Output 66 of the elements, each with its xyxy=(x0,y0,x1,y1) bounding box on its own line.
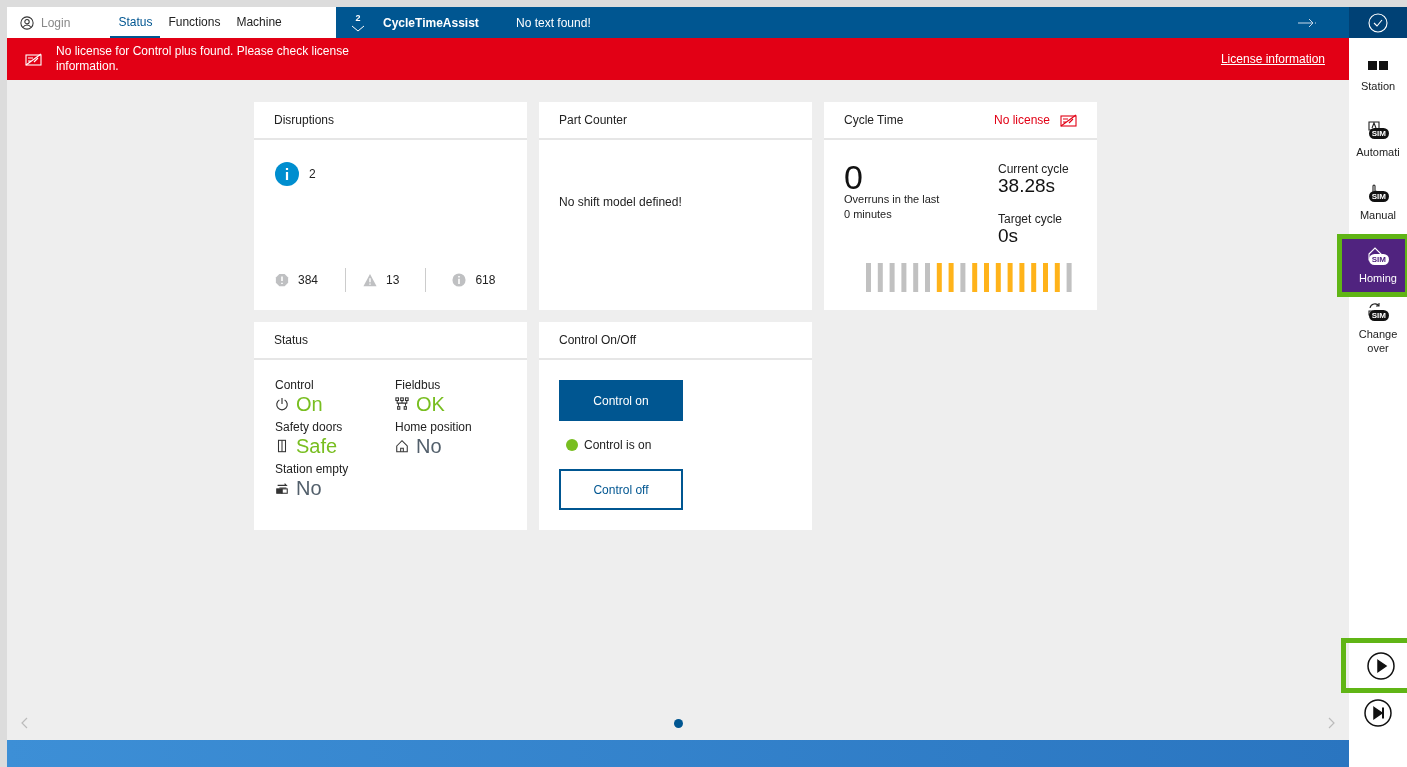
banner-message: No license for Control plus found. Please check license information. xyxy=(56,44,350,74)
power-icon xyxy=(275,397,289,411)
target-cycle-label: Target cycle xyxy=(998,212,1064,226)
card-title: Status xyxy=(274,332,309,349)
sim-badge: SIM xyxy=(1368,191,1389,202)
status-label: Control xyxy=(275,378,315,392)
door-icon xyxy=(275,439,289,453)
status-label: Station empty xyxy=(275,462,350,476)
sidebar-mode-item[interactable]: SIM Automati xyxy=(1349,111,1407,168)
no-license-icon xyxy=(25,52,42,66)
status-value: No xyxy=(296,476,322,500)
info-icon xyxy=(275,162,299,186)
card-title: Cycle Time xyxy=(844,112,904,129)
login-button[interactable]: Login xyxy=(20,13,71,32)
control-on-button[interactable]: Control on xyxy=(559,380,683,421)
home-icon xyxy=(395,439,409,453)
warning-icon xyxy=(363,273,378,287)
sidebar-mode-item[interactable]: SIM Change over xyxy=(1349,300,1407,357)
sidebar-mode-item[interactable]: Station xyxy=(1349,48,1407,105)
active-count: 2 xyxy=(309,166,316,183)
status-label: Fieldbus xyxy=(395,378,442,392)
sim-badge: SIM xyxy=(1368,254,1389,265)
status-value: On xyxy=(296,392,323,416)
network-icon xyxy=(395,397,409,411)
no-license-icon xyxy=(1060,113,1077,127)
play-icon xyxy=(1366,651,1395,680)
check-circle-icon[interactable] xyxy=(1368,12,1388,33)
message-toggle[interactable]: 2 xyxy=(337,13,379,32)
user-icon xyxy=(20,15,34,30)
license-link[interactable]: License information xyxy=(1220,50,1325,68)
control-off-button[interactable]: Control off xyxy=(559,469,683,510)
control-state: Control is on xyxy=(584,437,652,454)
arrow-right-icon[interactable] xyxy=(1298,17,1316,28)
disruption-count: 618 xyxy=(475,272,496,289)
station-icon xyxy=(275,481,289,495)
target-cycle-value: 0s xyxy=(998,226,1019,246)
overruns-count: 0 xyxy=(844,162,863,192)
play-button[interactable] xyxy=(1341,638,1407,693)
status-value: Safe xyxy=(296,434,338,458)
no-license-label: No license xyxy=(993,112,1050,129)
message-text: No text found! xyxy=(516,14,592,32)
sim-badge: SIM xyxy=(1368,128,1389,139)
app-name: CycleTimeAssist xyxy=(383,14,480,32)
part-counter-message: No shift model defined! xyxy=(558,194,683,211)
skip-forward-icon xyxy=(1364,699,1392,727)
sim-badge: SIM xyxy=(1368,310,1389,321)
status-label: Home position xyxy=(395,420,473,434)
card-title: Disruptions xyxy=(274,112,335,129)
overruns-label: Overruns in the last 0 minutes xyxy=(844,192,941,222)
chevron-down-icon xyxy=(351,24,365,32)
card-title: Part Counter xyxy=(559,112,628,129)
disruption-count: 384 xyxy=(298,272,319,289)
info-icon xyxy=(452,273,467,287)
error-icon xyxy=(275,273,289,287)
nav-tab[interactable]: Machine xyxy=(228,7,290,38)
disruption-count: 13 xyxy=(386,272,400,289)
status-value: No xyxy=(416,434,442,458)
status-label: Safety doors xyxy=(275,420,344,434)
sidebar-mode-item[interactable]: SIM Homing xyxy=(1340,237,1407,294)
status-value: OK xyxy=(416,392,445,416)
card-title: Control On/Off xyxy=(559,332,637,349)
current-cycle-label: Current cycle xyxy=(998,162,1069,176)
sidebar-mode-item[interactable]: SIM Manual xyxy=(1349,174,1407,231)
current-cycle-value: 38.28s xyxy=(998,176,1056,196)
station-icon xyxy=(1368,60,1388,70)
nav-tab[interactable]: Functions xyxy=(160,7,229,38)
